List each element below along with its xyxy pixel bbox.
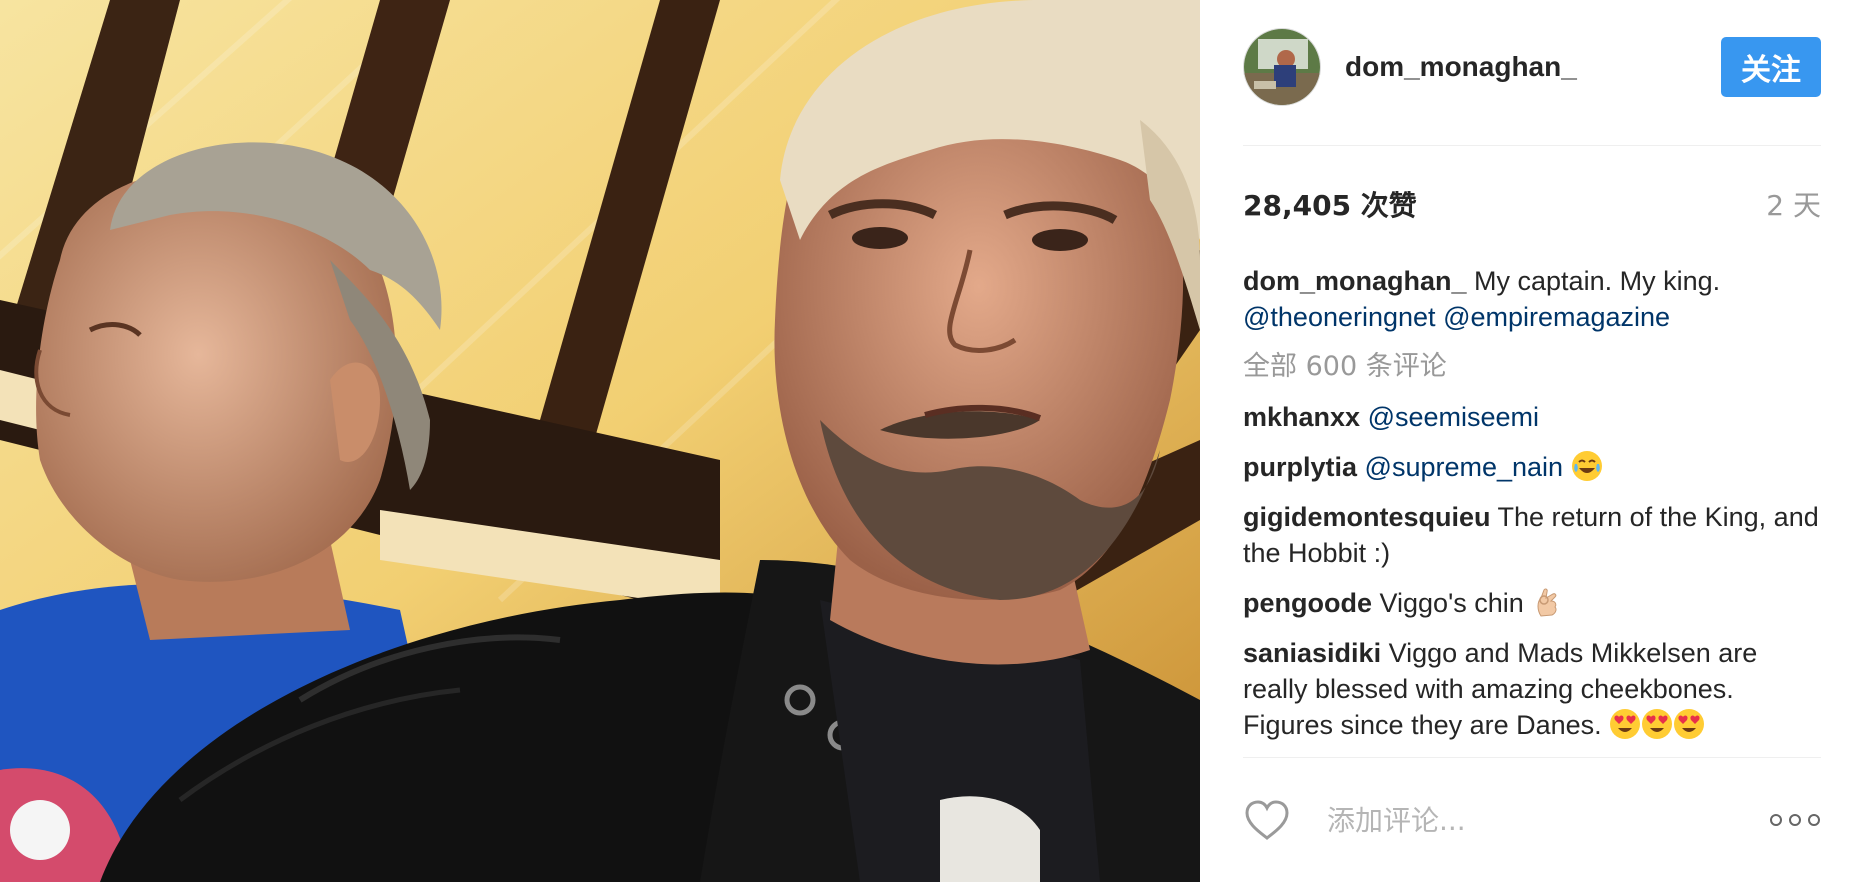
add-comment-input[interactable] [1327,800,1769,840]
likes-count[interactable]: 28,405 次赞 [1243,184,1417,224]
heart-eyes-emoji [1610,709,1641,739]
comment: mkhanxx @seemiseemi [1243,399,1821,435]
more-options-icon[interactable] [1769,813,1821,827]
likes-row: 28,405 次赞 2 天 [1243,184,1821,224]
comment-username[interactable]: gigidemontesquieu [1243,502,1491,532]
comment-username[interactable]: saniasidiki [1243,638,1381,668]
comment-username[interactable]: pengoode [1243,588,1372,618]
comment: saniasidiki Viggo and Mads Mikkelsen are… [1243,635,1821,743]
view-all-comments-link[interactable]: 全部 600 条评论 [1243,349,1821,385]
tears-of-joy-emoji [1571,451,1602,481]
heart-eyes-emoji [1674,709,1705,739]
comment-text [1357,452,1365,482]
post-photo[interactable] [0,0,1200,882]
post-view: dom_monaghan_ 关注 28,405 次赞 2 天 dom_monag… [0,0,1859,882]
post-time[interactable]: 2 天 [1766,184,1821,224]
caption-mention[interactable]: @empiremagazine [1443,302,1670,332]
comment-username[interactable]: purplytia [1243,452,1357,482]
header-divider [1243,145,1821,146]
follow-button[interactable]: 关注 [1721,37,1821,97]
heart-eyes-emoji [1642,709,1673,739]
caption-mention[interactable]: @theoneringnet [1243,302,1436,332]
comment-mention[interactable]: @supreme_nain [1365,452,1564,482]
footer-divider [1243,757,1821,758]
comment: pengoode Viggo's chin [1243,585,1821,621]
comment: purplytia @supreme_nain [1243,449,1821,485]
post-sidebar: dom_monaghan_ 关注 28,405 次赞 2 天 dom_monag… [1200,0,1859,882]
post-header: dom_monaghan_ 关注 [1243,28,1821,106]
comment: gigidemontesquieu The return of the King… [1243,499,1821,571]
ok-hand-emoji [1537,588,1557,617]
caption-username[interactable]: dom_monaghan_ [1243,266,1467,296]
selfie-image [0,0,1200,882]
comments-list: dom_monaghan_ My captain. My king. @theo… [1243,263,1821,757]
post-username[interactable]: dom_monaghan_ [1345,51,1721,83]
caption-text: My captain. My king. [1466,266,1721,296]
comment-bar [1243,790,1821,850]
comment-text: Viggo's chin [1372,588,1532,618]
avatar-image [1244,29,1320,105]
heart-icon[interactable] [1243,798,1291,842]
avatar[interactable] [1243,28,1321,106]
comment-username[interactable]: mkhanxx [1243,402,1360,432]
comment-mention[interactable]: @seemiseemi [1368,402,1539,432]
caption: dom_monaghan_ My captain. My king. @theo… [1243,263,1821,335]
comment-text [1563,452,1571,482]
comment-text [1360,402,1368,432]
